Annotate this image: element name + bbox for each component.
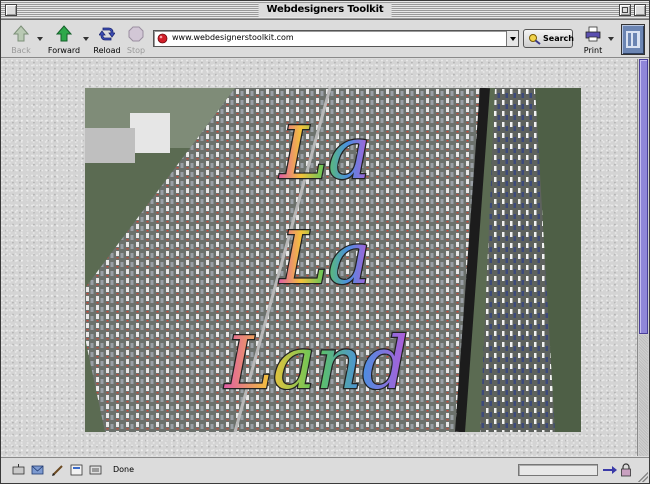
forward-label: Forward [47,46,81,55]
print-menu-arrow[interactable] [608,37,614,41]
forward-button[interactable]: Forward [47,24,81,56]
composer-icon[interactable] [51,464,64,476]
stop-label: Stop [126,46,146,55]
page-content: La La Land [1,59,637,456]
back-button[interactable]: Back [7,24,35,56]
page-proxy-icon[interactable] [157,33,168,44]
window-title: Webdesigners Toolkit [258,3,392,17]
text-la-2: La [278,216,371,300]
search-icon [529,34,541,45]
print-button[interactable]: Print [579,24,607,56]
text-land: Land [223,321,408,405]
scroll-track[interactable] [639,335,648,456]
browser-window: Webdesigners Toolkit Back Forward Reload [0,0,650,484]
la-la-land-image: La La Land [85,88,581,432]
reload-label: Reload [93,46,121,55]
reload-icon [99,27,115,41]
traffic-photo: La La Land [85,88,581,432]
close-box-button[interactable] [5,4,17,16]
address-field[interactable]: www.webdesignerstoolkit.com [153,30,519,47]
reload-button[interactable]: Reload [93,24,121,56]
print-label: Print [583,46,603,55]
back-label: Back [11,46,31,55]
security-lock-icon[interactable] [620,463,632,477]
collapse-box-button[interactable] [634,4,646,16]
scroll-thumb[interactable] [639,59,648,334]
zoom-box-button[interactable] [619,4,631,16]
browser-logo-icon [626,31,640,48]
stop-button[interactable]: Stop [123,24,149,56]
back-menu-arrow[interactable] [37,37,43,41]
forward-arrow-icon [56,25,72,42]
status-text: Done [113,465,135,474]
progress-bar [518,464,598,476]
mail-icon[interactable] [31,464,44,476]
print-icon [585,26,601,42]
title-bar[interactable]: Webdesigners Toolkit [1,1,649,20]
resize-grip[interactable] [638,472,648,482]
stop-icon [128,26,144,42]
status-bar: Done [1,457,649,483]
search-button[interactable]: Search [523,29,574,48]
newsgroups-icon[interactable] [89,464,102,476]
address-text[interactable]: www.webdesignerstoolkit.com [172,33,294,42]
navigator-icon[interactable] [12,464,25,476]
address-book-icon[interactable] [70,464,83,476]
back-arrow-icon [13,25,29,42]
vertical-scrollbar[interactable] [637,59,649,456]
browser-logo-throbber[interactable] [621,24,645,55]
toolbar: Back Forward Reload Stop www.webdesigner… [1,21,649,58]
online-arrow-icon[interactable] [603,465,617,475]
search-label: Search [543,34,574,43]
zoom-icon [622,7,628,13]
text-la-1: La [278,111,371,195]
address-history-dropdown[interactable] [506,31,518,46]
forward-menu-arrow[interactable] [83,37,89,41]
